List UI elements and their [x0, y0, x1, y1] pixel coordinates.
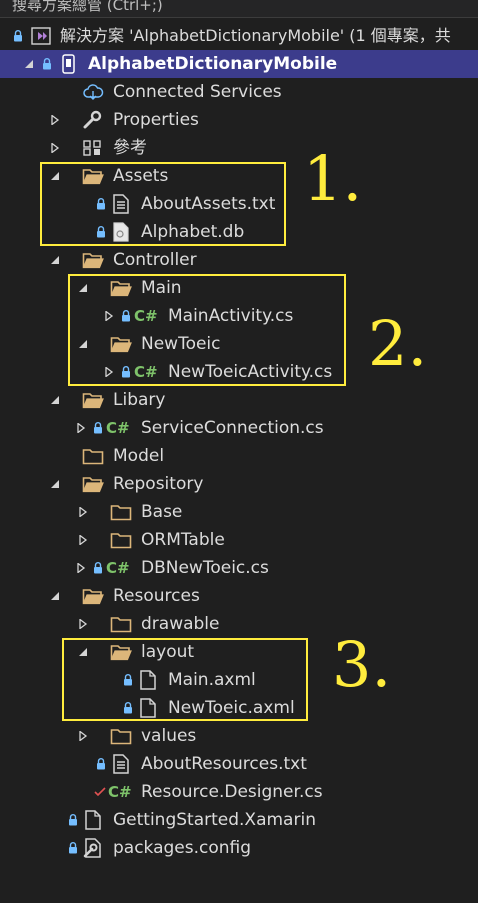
folder-icon	[110, 498, 132, 526]
collapsed-arrow-icon[interactable]	[78, 722, 90, 750]
tree-item-label: Resource.Designer.cs	[141, 782, 323, 802]
tree-item-label: Properties	[113, 110, 199, 130]
lock-icon	[13, 22, 23, 50]
tree-item-model[interactable]: Model	[0, 442, 478, 470]
tree-item-label: Repository	[113, 474, 204, 494]
tree-item-repository[interactable]: Repository	[0, 470, 478, 498]
tree-item-label: Base	[141, 502, 183, 522]
project-node[interactable]: AlphabetDictionaryMobile	[0, 50, 478, 78]
solution-node[interactable]: 解決方案 'AlphabetDictionaryMobile' (1 個專案，共	[0, 22, 478, 50]
tree-item-db-new-toeic[interactable]: C# DBNewToeic.cs	[0, 554, 478, 582]
tree-item-label: Controller	[113, 250, 197, 270]
tree-item-label: Connected Services	[113, 82, 282, 102]
wrench-icon	[82, 106, 104, 134]
tree-item-getting-started[interactable]: GettingStarted.Xamarin	[0, 806, 478, 834]
tree-item-resource-designer[interactable]: C# Resource.Designer.cs	[0, 778, 478, 806]
tree-item-label: Libary	[113, 390, 166, 410]
folder-icon	[110, 610, 132, 638]
folder-icon	[110, 722, 132, 750]
expand-arrow-icon[interactable]	[50, 582, 62, 610]
tree-item-libary[interactable]: Libary	[0, 386, 478, 414]
tree-item-label: ORMTable	[141, 530, 225, 550]
visual-studio-solution-icon	[30, 22, 52, 50]
collapsed-arrow-icon[interactable]	[76, 554, 88, 582]
search-placeholder: 搜尋方案總管 (Ctrl+;)	[12, 0, 163, 14]
expand-arrow-icon[interactable]	[50, 386, 62, 414]
tree-item-label: AboutResources.txt	[141, 754, 307, 774]
folder-open-icon	[82, 246, 104, 274]
annotation-one: 1.	[303, 142, 363, 215]
tree-item-properties[interactable]: Properties	[0, 106, 478, 134]
lock-icon	[96, 750, 106, 778]
tree-item-label: Model	[113, 446, 165, 466]
file-icon	[82, 806, 104, 834]
highlight-box-assets	[40, 162, 286, 246]
text-file-icon	[110, 750, 132, 778]
highlight-box-controller	[68, 274, 346, 386]
annotation-three: 3.	[332, 628, 392, 701]
tree-item-label: packages.config	[113, 838, 252, 858]
folder-open-icon	[82, 386, 104, 414]
tree-item-label: values	[141, 726, 197, 746]
collapsed-arrow-icon[interactable]	[78, 498, 90, 526]
tree-item-label: ServiceConnection.cs	[141, 418, 324, 438]
tree-item-about-resources[interactable]: AboutResources.txt	[0, 750, 478, 778]
tree-item-connected-services[interactable]: Connected Services	[0, 78, 478, 106]
tree-item-orm-table[interactable]: ORMTable	[0, 526, 478, 554]
project-label: AlphabetDictionaryMobile	[88, 54, 338, 74]
folder-open-icon	[82, 470, 104, 498]
tree-item-base[interactable]: Base	[0, 498, 478, 526]
lock-icon	[93, 554, 103, 582]
tree-item-service-connection[interactable]: C# ServiceConnection.cs	[0, 414, 478, 442]
expand-arrow-icon[interactable]	[50, 246, 62, 274]
lock-icon	[42, 50, 52, 78]
lock-icon	[68, 834, 78, 862]
csharp-file-icon: C#	[108, 783, 132, 801]
folder-icon	[110, 526, 132, 554]
expand-arrow-icon[interactable]	[24, 50, 36, 78]
collapsed-arrow-icon[interactable]	[78, 526, 90, 554]
tree-item-label: Resources	[113, 586, 200, 606]
folder-icon	[82, 442, 104, 470]
tree-item-packages-config[interactable]: packages.config	[0, 834, 478, 862]
tree-item-references[interactable]: 參考	[0, 134, 478, 162]
references-icon	[82, 134, 104, 162]
lock-icon	[68, 806, 78, 834]
collapsed-arrow-icon[interactable]	[78, 610, 90, 638]
solution-label: 解決方案 'AlphabetDictionaryMobile' (1 個專案，共	[60, 26, 451, 45]
tree-item-values[interactable]: values	[0, 722, 478, 750]
csharp-file-icon: C#	[106, 559, 130, 577]
lock-icon	[93, 414, 103, 442]
tree-item-controller[interactable]: Controller	[0, 246, 478, 274]
folder-open-icon	[82, 582, 104, 610]
cloud-icon	[82, 78, 104, 106]
solution-explorer-search[interactable]: 搜尋方案總管 (Ctrl+;)	[0, 0, 478, 18]
collapsed-arrow-icon[interactable]	[50, 106, 62, 134]
highlight-box-layout	[62, 638, 308, 721]
collapsed-arrow-icon[interactable]	[76, 414, 88, 442]
tree-item-label: GettingStarted.Xamarin	[113, 810, 316, 830]
tree-item-label: 參考	[113, 138, 147, 158]
android-project-icon	[58, 50, 80, 78]
csharp-file-icon: C#	[106, 419, 130, 437]
annotation-two: 2.	[368, 307, 428, 380]
checkmark-icon	[94, 778, 106, 806]
tree-item-resources[interactable]: Resources	[0, 582, 478, 610]
tree-item-drawable[interactable]: drawable	[0, 610, 478, 638]
expand-arrow-icon[interactable]	[50, 470, 62, 498]
config-file-icon	[82, 834, 104, 862]
tree-item-label: drawable	[141, 614, 220, 634]
tree-item-label: DBNewToeic.cs	[141, 558, 269, 578]
collapsed-arrow-icon[interactable]	[50, 134, 62, 162]
